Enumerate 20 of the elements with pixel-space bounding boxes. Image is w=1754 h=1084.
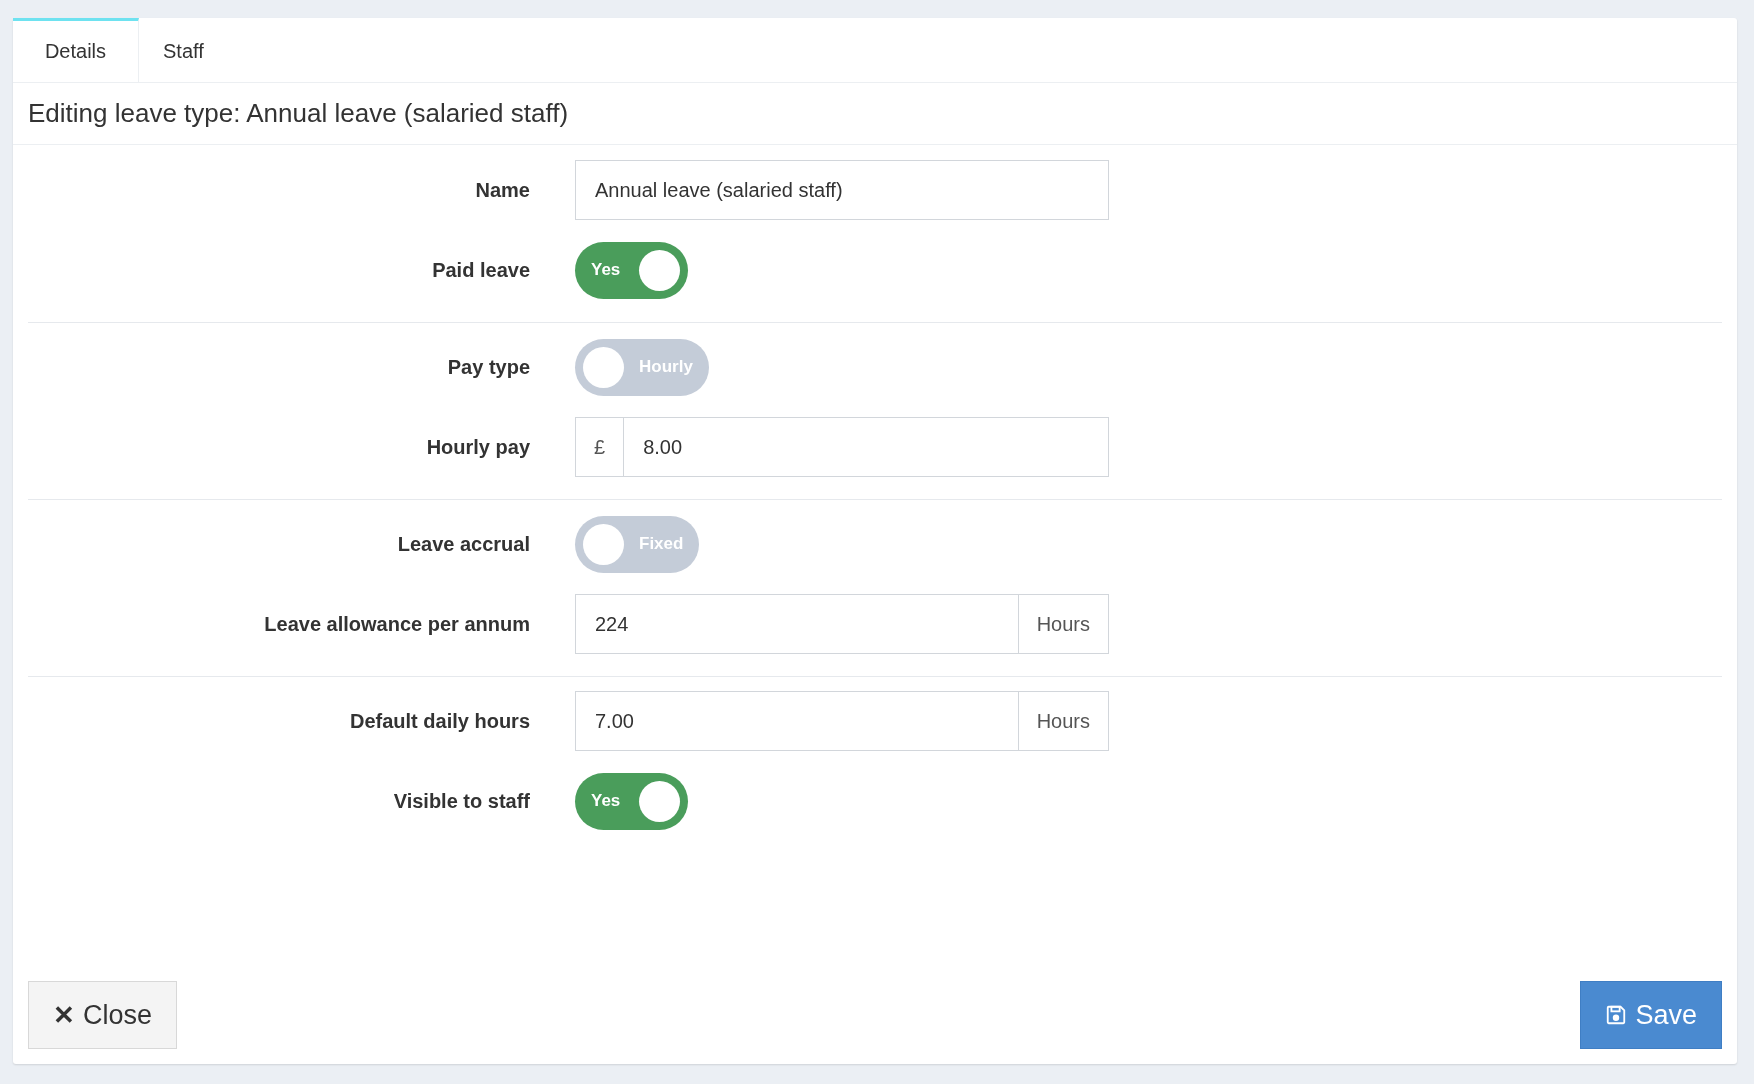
field-label: Pay type bbox=[446, 355, 531, 379]
field-label: Hourly pay bbox=[425, 435, 531, 459]
tab[interactable]: Details bbox=[13, 18, 139, 82]
field-label: Visible to staff bbox=[392, 789, 531, 813]
field-label: Name bbox=[474, 178, 531, 202]
form-title: Editing leave type: Annual leave (salaried staff) bbox=[13, 83, 1737, 145]
number-field[interactable]: 224 bbox=[575, 594, 1019, 654]
close-button[interactable]: ✕ Close bbox=[28, 981, 178, 1049]
currency-addon: £ bbox=[575, 417, 624, 477]
save-button[interactable]: Save bbox=[1580, 981, 1722, 1049]
unit-addon: Hours bbox=[1018, 594, 1109, 654]
field-label: Default daily hours bbox=[348, 709, 531, 733]
field-label: Paid leave bbox=[431, 258, 531, 282]
number-field[interactable]: 7.00 bbox=[575, 691, 1019, 751]
field-label: Leave allowance per annum bbox=[263, 612, 531, 636]
text-field[interactable]: Annual leave (salaried staff) bbox=[575, 160, 1109, 220]
unit-addon: Hours bbox=[1018, 691, 1109, 751]
number-field[interactable]: 8.00 bbox=[623, 417, 1109, 477]
field-label: Leave accrual bbox=[396, 532, 531, 556]
save-icon bbox=[1605, 1004, 1628, 1026]
